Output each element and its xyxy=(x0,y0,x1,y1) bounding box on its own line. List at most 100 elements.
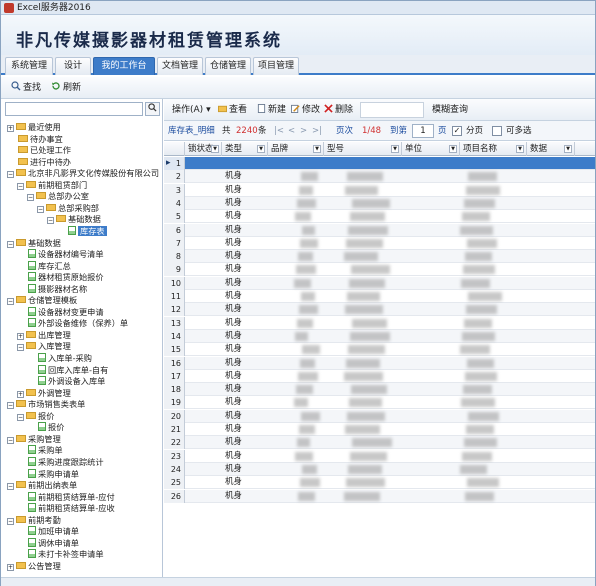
tree-node[interactable]: − 前期考勤 xyxy=(7,515,61,526)
table-row[interactable]: 13 机身 xyxy=(164,316,595,330)
filter-dropdown-icon[interactable]: ▼ xyxy=(211,145,219,153)
paging-checkbox[interactable]: ✓ xyxy=(452,126,462,136)
operate-menu[interactable]: 操作(A) ▾ xyxy=(172,104,211,116)
table-row[interactable]: 18 机身 xyxy=(164,383,595,397)
tree-node[interactable]: 回库入库单-自有 xyxy=(27,364,108,376)
tree-node[interactable]: + 公告管理 xyxy=(7,561,61,572)
table-row[interactable]: 12 机身 xyxy=(164,303,595,317)
table-row[interactable]: 5 机身 xyxy=(164,210,595,224)
column-header[interactable]: 单位 ▼ xyxy=(402,142,460,156)
tree-node[interactable]: − 北京非凡影界文化传媒股份有限公司 xyxy=(7,168,159,179)
new-button[interactable]: 新建 xyxy=(257,104,286,116)
expand-icon[interactable]: + xyxy=(17,390,24,398)
next-page-button[interactable]: > xyxy=(300,126,307,137)
collapse-icon[interactable]: − xyxy=(7,171,14,179)
first-page-button[interactable]: |< xyxy=(274,126,284,137)
tree-search-button[interactable] xyxy=(145,102,160,116)
tree-node[interactable]: 采购进度跟踪统计 xyxy=(17,456,104,468)
filter-dropdown-icon[interactable]: ▼ xyxy=(516,145,524,153)
table-row[interactable]: 21 机身 xyxy=(164,423,595,436)
expand-icon[interactable]: + xyxy=(17,332,24,340)
collapse-icon[interactable]: − xyxy=(7,483,14,491)
tree-node[interactable]: − 基础数据 xyxy=(47,214,101,225)
collapse-icon[interactable]: − xyxy=(7,436,14,444)
collapse-icon[interactable]: − xyxy=(27,194,34,202)
tree-node[interactable]: − 总部采购部 xyxy=(37,203,99,214)
tab-warehouse[interactable]: 仓储管理 xyxy=(205,57,251,75)
tab-workbench[interactable]: 我的工作台 xyxy=(93,57,155,75)
tree-node[interactable]: 报价 xyxy=(27,422,64,433)
tree-search-input[interactable] xyxy=(5,102,143,116)
last-page-button[interactable]: >| xyxy=(312,126,322,137)
fuzzy-query-label[interactable]: 模糊查询 xyxy=(432,104,468,116)
tab-system[interactable]: 系统管理 xyxy=(5,57,53,75)
tree-node[interactable]: 设备器材编号清单 xyxy=(17,249,104,260)
edit-button[interactable]: 修改 xyxy=(291,104,320,116)
table-row[interactable]: 8 机身 xyxy=(164,250,595,264)
tree-node[interactable]: 采购单 xyxy=(17,445,63,456)
filter-dropdown-icon[interactable]: ▼ xyxy=(313,145,321,153)
table-row[interactable]: 17 机身 xyxy=(164,369,595,383)
table-row[interactable]: 19 机身 xyxy=(164,396,595,410)
table-row[interactable]: 16 机身 xyxy=(164,356,595,370)
tree-node[interactable]: 待办事宜 xyxy=(7,134,63,145)
tree-node[interactable]: 调休申请单 xyxy=(17,537,79,549)
tree-node[interactable]: 器材租赁原始报价 xyxy=(17,272,104,283)
tab-design[interactable]: 设计 xyxy=(55,57,91,75)
table-row[interactable]: 23 机身 xyxy=(164,449,595,463)
table-row[interactable]: 3 机身 xyxy=(164,183,595,197)
tab-documents[interactable]: 文档管理 xyxy=(157,57,203,75)
table-row[interactable]: 14 机身 xyxy=(164,329,595,343)
collapse-icon[interactable]: − xyxy=(17,182,24,190)
view-button[interactable]: 查看 xyxy=(218,104,247,116)
table-row[interactable]: 1 ▸ xyxy=(164,157,595,170)
table-row[interactable]: 24 机身 xyxy=(164,462,595,476)
column-header[interactable]: 型号 ▼ xyxy=(324,142,402,156)
tree-node[interactable]: 库存表 xyxy=(57,225,107,237)
prev-page-button[interactable]: < xyxy=(288,126,295,137)
tree-node[interactable]: 前期租赁结算单-应付 xyxy=(17,491,115,503)
table-row[interactable]: 22 机身 xyxy=(164,436,595,450)
tree-node[interactable]: 摄影器材名称 xyxy=(17,283,87,295)
table-row[interactable]: 11 机身 xyxy=(164,290,595,303)
tree-node[interactable]: − 基础数据 xyxy=(7,238,61,249)
filter-dropdown-icon[interactable]: ▼ xyxy=(391,145,399,153)
collapse-icon[interactable]: − xyxy=(17,344,24,352)
collapse-icon[interactable]: − xyxy=(37,205,44,213)
tree-node[interactable]: + 出库管理 xyxy=(17,330,71,341)
tree-node[interactable]: − 报价 xyxy=(17,411,54,422)
tree-node[interactable]: + 最近使用 xyxy=(7,122,61,133)
collapse-icon[interactable]: − xyxy=(7,298,14,306)
expand-icon[interactable]: + xyxy=(7,563,14,571)
fuzzy-query-input[interactable] xyxy=(360,102,424,118)
tree-node[interactable]: 外部设备维修（保养）单 xyxy=(17,318,128,329)
tree-node[interactable]: 外调设备入库单 xyxy=(27,376,105,387)
tree-node[interactable]: − 仓储管理模板 xyxy=(7,295,77,306)
tree-node[interactable]: 已处理工作 xyxy=(7,145,71,156)
tree-node[interactable]: − 市场销售类表单 xyxy=(7,399,85,410)
tree-node[interactable]: 进行中待办 xyxy=(7,157,71,168)
collapse-icon[interactable]: − xyxy=(7,517,14,525)
tree-node[interactable]: − 前期出纳表单 xyxy=(7,480,77,491)
table-row[interactable]: 20 机身 xyxy=(164,409,595,423)
filter-dropdown-icon[interactable]: ▼ xyxy=(449,145,457,153)
column-header[interactable]: 类型 ▼ xyxy=(222,142,268,156)
delete-button[interactable]: 删除 xyxy=(324,104,353,116)
tree-node[interactable]: 采购申请单 xyxy=(17,468,79,480)
column-header[interactable]: 项目名称 ▼ xyxy=(460,142,527,156)
tree-node[interactable]: 前期租赁结算单-应收 xyxy=(17,503,115,514)
goto-page-input[interactable]: 1 xyxy=(412,124,434,138)
column-header[interactable]: 品牌 ▼ xyxy=(268,142,324,156)
tree-node[interactable]: 设备器材变更申请 xyxy=(17,306,104,318)
tree-node[interactable]: 库存汇总 xyxy=(17,260,71,272)
table-row[interactable]: 9 机身 xyxy=(164,263,595,277)
refresh-button[interactable]: 刷新 xyxy=(51,81,81,95)
table-row[interactable]: 7 机身 xyxy=(164,236,595,250)
table-row[interactable]: 2 机身 xyxy=(164,170,595,184)
table-row[interactable]: 4 机身 xyxy=(164,196,595,210)
find-button[interactable]: 查找 xyxy=(11,81,41,95)
collapse-icon[interactable]: − xyxy=(7,240,14,248)
tree-node[interactable]: 未打卡补签申请单 xyxy=(17,549,104,560)
table-row[interactable]: 15 机身 xyxy=(164,343,595,357)
column-header[interactable]: 锁状态 ▼ xyxy=(185,142,222,156)
